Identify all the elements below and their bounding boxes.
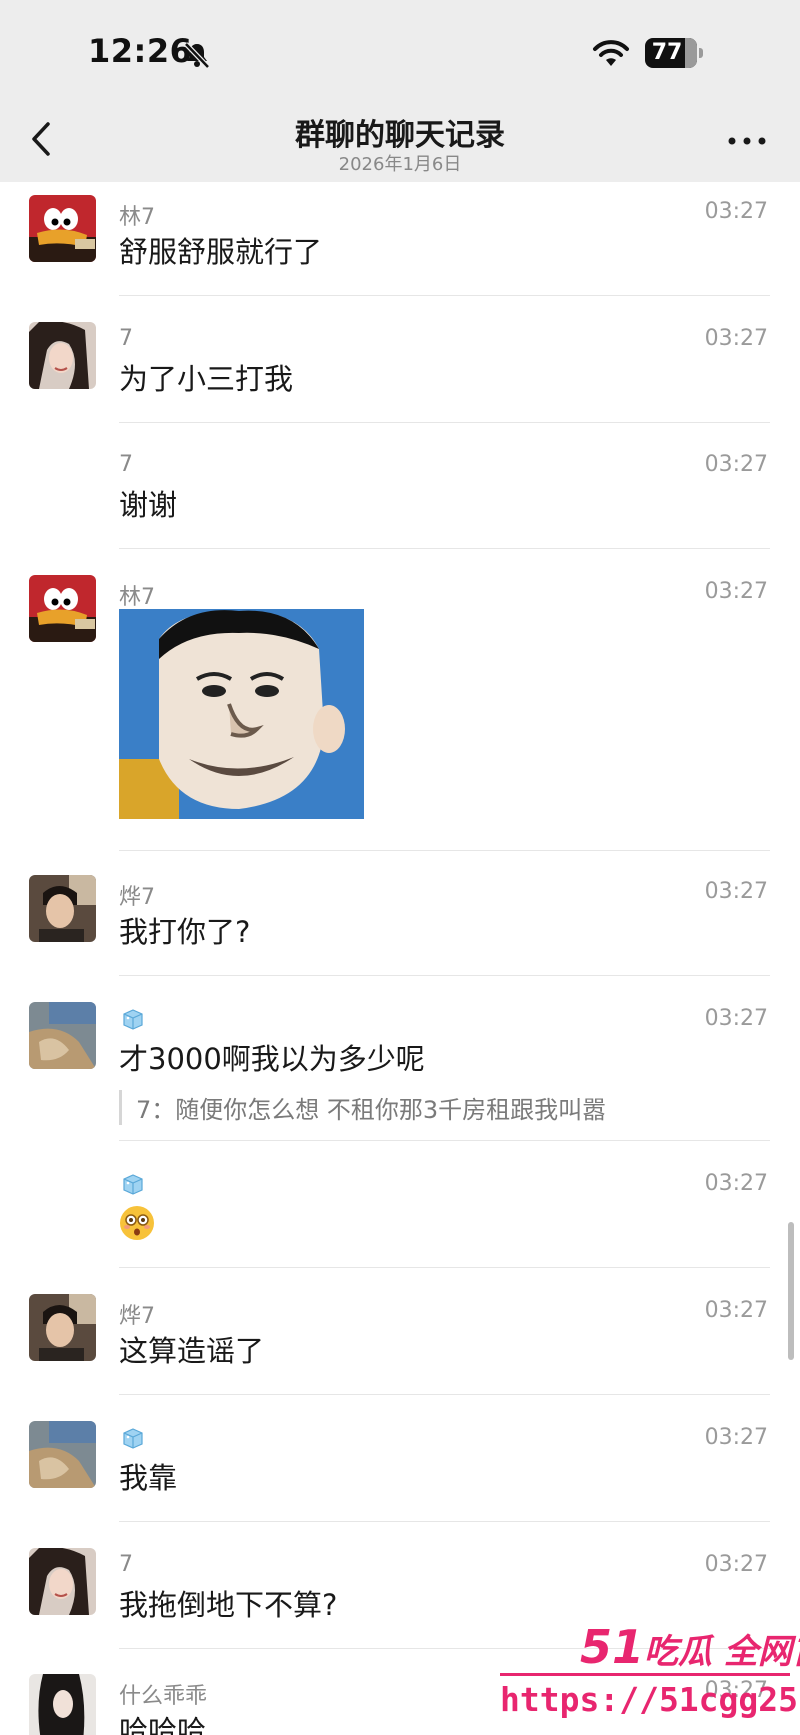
woman-avatar[interactable] [29,1548,96,1615]
ice-cube-icon [123,1174,143,1195]
chat-message[interactable]: 03:27 才3000啊我以为多少呢 7：随便你怎么想 不租你那3千房租跟我叫嚣 [0,1002,800,1141]
watermark-brand: 51吃瓜 全网首发 [580,1620,800,1674]
message-text: 谢谢 [119,488,178,522]
page-date: 2026年1月6日 [338,154,462,175]
message-time: 03:27 [704,1006,768,1031]
page-title: 群聊的聊天记录 [295,118,505,153]
nav-bar: 群聊的聊天记录 2026年1月6日 [0,100,800,182]
sticker-face-image[interactable] [119,609,364,819]
message-text: 为了小三打我 [119,362,294,396]
divider [119,295,770,296]
chat-history-screen: 12:26 77 群聊的聊天记录 2026年1月6日 林7 03:27 舒服舒服… [0,0,800,1735]
divider [119,1394,770,1395]
battery-indicator: 77 [645,38,697,68]
divider [119,1267,770,1268]
cat-avatar[interactable] [29,1002,96,1069]
chat-message[interactable]: 03:27 我靠 [0,1421,800,1522]
status-time: 12:26 [88,32,193,70]
message-text: 哈哈哈 [119,1714,207,1735]
message-time: 03:27 [704,1171,768,1196]
ice-cube-icon [123,1009,143,1030]
chat-message[interactable]: 7 03:27 为了小三打我 [0,322,800,423]
duck-avatar[interactable] [29,195,96,262]
chat-message[interactable]: 7 03:27 谢谢 [0,448,800,549]
divider [119,422,770,423]
message-time: 03:27 [704,199,768,224]
divider [119,1521,770,1522]
message-time: 03:27 [704,879,768,904]
chat-message[interactable]: 烨7 03:27 我打你了? [0,875,800,976]
sender-name: 林7 [119,205,155,230]
man-avatar[interactable] [29,875,96,942]
man-avatar[interactable] [29,1294,96,1361]
sender-name: 7 [119,452,133,477]
chat-message[interactable]: 03:27 [0,1167,800,1268]
message-time: 03:27 [704,326,768,351]
more-dots-icon[interactable] [722,126,772,156]
message-text: 这算造谣了 [119,1334,265,1368]
duck-avatar[interactable] [29,575,96,642]
ice-cube-icon [123,1428,143,1449]
cat-avatar[interactable] [29,1421,96,1488]
message-text: 舒服舒服就行了 [119,235,323,269]
message-time: 03:27 [704,1552,768,1577]
battery-level: 77 [651,40,683,65]
message-time: 03:27 [704,452,768,477]
message-time: 03:27 [704,579,768,604]
sender-name: 烨7 [119,1304,155,1329]
wifi-icon [593,40,629,66]
sender-name: 什么乖乖 [119,1684,208,1709]
chat-message[interactable]: 林7 03:27 舒服舒服就行了 [0,195,800,296]
divider [119,548,770,549]
sender-name: 7 [119,326,133,351]
sender-name: 7 [119,1552,133,1577]
watermark-underline [500,1673,790,1676]
message-text: 我靠 [119,1461,178,1495]
shocked-emoji [120,1206,154,1240]
chat-message[interactable]: 林7 03:27 [0,575,800,851]
watermark-brand-text: 吃瓜 全网首发 [644,1632,800,1672]
chat-message[interactable]: 烨7 03:27 这算造谣了 [0,1294,800,1395]
divider [119,1140,770,1141]
woman-avatar[interactable] [29,322,96,389]
divider [119,850,770,851]
watermark-url: https://51cgg25.com [500,1680,800,1719]
battery-nub [699,48,703,58]
quoted-message[interactable]: 7：随便你怎么想 不租你那3千房租跟我叫嚣 [119,1090,606,1125]
girl-avatar[interactable] [29,1674,96,1735]
message-text: 才3000啊我以为多少呢 [119,1042,425,1076]
divider [119,975,770,976]
scroll-indicator[interactable] [788,1222,794,1360]
message-time: 03:27 [704,1425,768,1450]
bell-slash-icon [184,42,210,69]
message-text: 我打你了? [119,915,251,949]
sender-name: 烨7 [119,885,155,910]
message-time: 03:27 [704,1298,768,1323]
status-bar: 12:26 77 [0,0,800,100]
message-text: 我拖倒地下不算? [119,1588,338,1622]
sender-name: 林7 [119,585,155,610]
watermark-brand-number: 51 [580,1620,645,1674]
